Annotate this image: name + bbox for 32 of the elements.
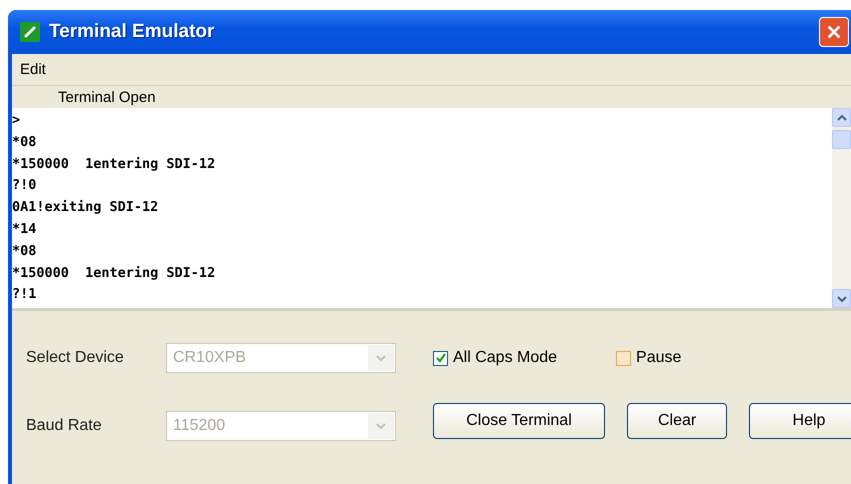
push-button[interactable]: Help — [749, 403, 851, 439]
terminal-line: *08 — [12, 242, 38, 261]
menu-item[interactable]: Edit — [20, 61, 46, 78]
push-button[interactable]: Clear — [627, 403, 727, 439]
checkbox[interactable] — [433, 350, 448, 366]
checkbox[interactable] — [616, 350, 632, 366]
scroll-up-button[interactable] — [832, 108, 851, 127]
checkbox-label: Pause — [636, 349, 682, 367]
terminal-line: ?!0 — [12, 176, 38, 196]
push-button[interactable]: Close Terminal — [433, 403, 605, 439]
scroll-thumb[interactable] — [832, 130, 851, 149]
close-icon — [825, 23, 843, 41]
terminal-line: 0A1!exiting SDI-12 — [12, 198, 160, 218]
terminal-line: *150000 1entering SDI-12 — [12, 154, 216, 174]
checkbox-label: All Caps Mode — [453, 349, 558, 367]
chevron-down-icon — [376, 353, 386, 363]
terminal-line: *14 — [12, 220, 38, 239]
terminal-line: *150000 1entering SDI-12 — [12, 264, 216, 283]
chevron-down-icon — [836, 294, 846, 304]
scroll-down-button[interactable] — [832, 289, 851, 308]
terminal-line: > — [12, 111, 22, 130]
scrollbar[interactable] — [832, 108, 851, 308]
terminal-line: *08 — [12, 132, 38, 152]
status-text: Terminal Open — [58, 88, 156, 106]
chevron-up-icon — [836, 112, 846, 122]
field-label: Select Device — [26, 349, 125, 367]
field-label: Baud Rate — [26, 417, 103, 435]
app-icon — [20, 22, 40, 42]
window-title: Terminal Emulator — [49, 21, 214, 43]
close-button[interactable] — [819, 17, 849, 47]
chevron-down-icon — [376, 421, 386, 431]
terminal-line: ?!1 — [12, 285, 38, 304]
